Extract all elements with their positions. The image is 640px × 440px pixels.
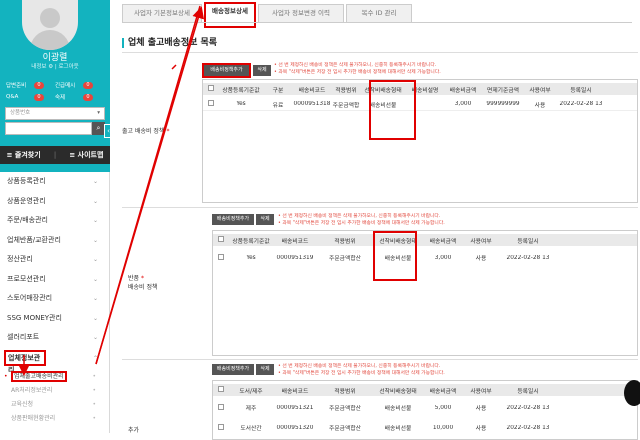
arrow-to-add-button: [171, 64, 177, 70]
annotation-arrows: [18, 5, 205, 376]
arrow-to-tab: [95, 6, 205, 365]
floating-scroll-button[interactable]: [624, 380, 640, 406]
